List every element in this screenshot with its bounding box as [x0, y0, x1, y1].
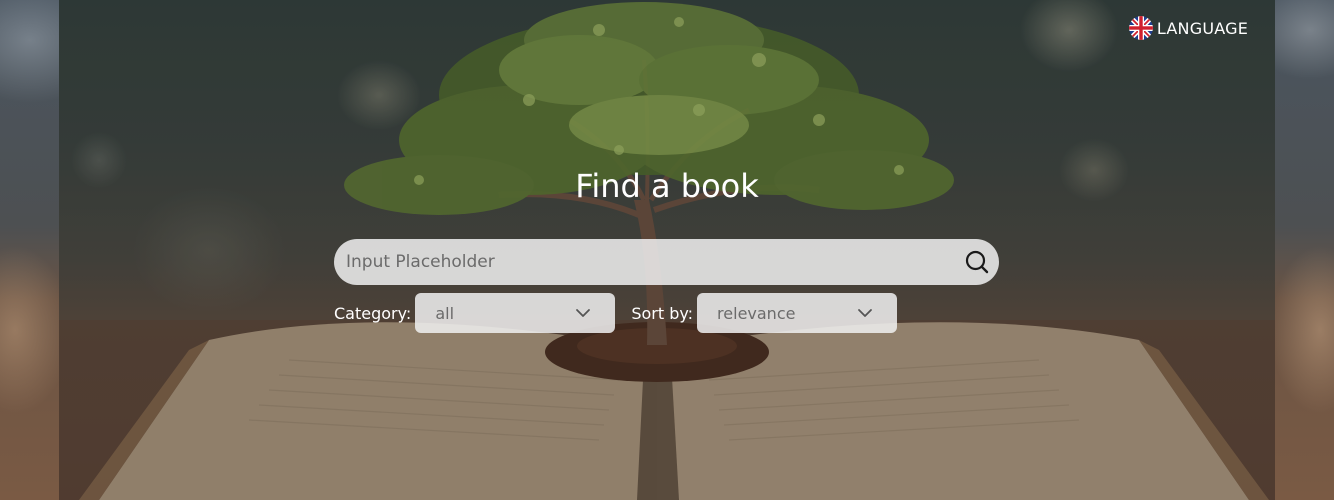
sort-selected-value: relevance	[717, 303, 796, 323]
category-select[interactable]: all	[415, 293, 616, 333]
language-label: LANGUAGE	[1156, 18, 1248, 38]
search-bar	[334, 239, 999, 285]
filter-row: Category: all Sort by: relevance	[334, 293, 898, 333]
language-switcher[interactable]: LANGUAGE	[1128, 16, 1248, 40]
sort-select[interactable]: relevance	[697, 293, 898, 333]
category-selected-value: all	[435, 303, 455, 323]
search-input[interactable]	[334, 239, 944, 285]
chevron-down-icon	[576, 309, 591, 317]
search-button[interactable]	[963, 248, 991, 276]
sort-label: Sort by:	[631, 303, 694, 323]
uk-flag-icon	[1128, 16, 1153, 40]
category-label: Category:	[334, 303, 412, 323]
chevron-down-icon	[858, 309, 872, 317]
page-title: Find a book	[575, 167, 759, 205]
search-icon	[965, 250, 989, 274]
